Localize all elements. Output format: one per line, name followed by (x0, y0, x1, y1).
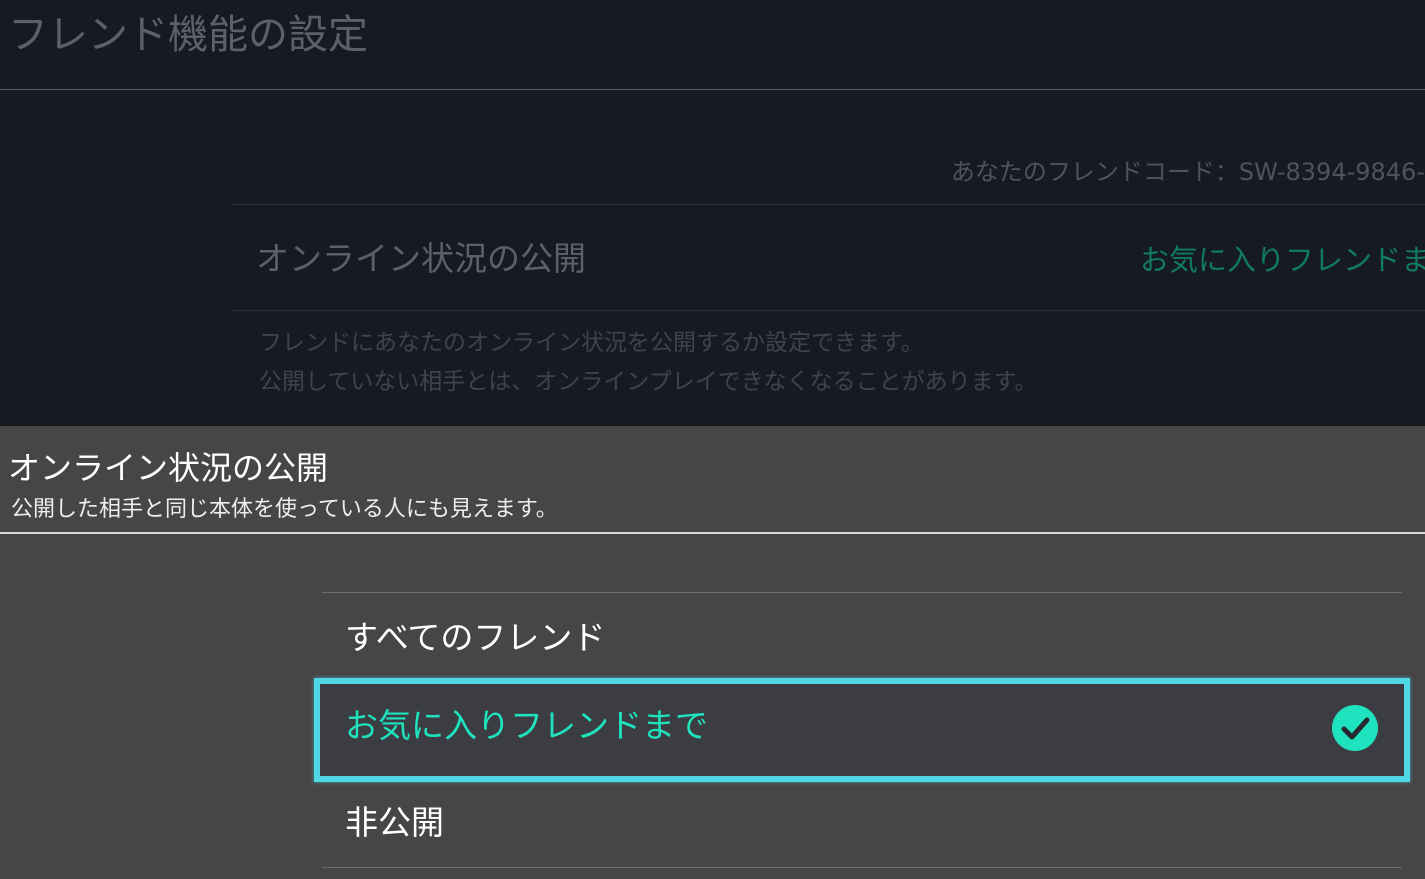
page-header: フレンド機能の設定 (0, 0, 1425, 90)
setting-description-line: 公開していない相手とは、オンラインプレイできなくなることがあります。 (259, 369, 1038, 395)
background-settings-page: フレンド機能の設定 あなたのフレンドコード：SW-8394-9846- オンライ… (0, 0, 1425, 426)
setting-description: フレンドにあなたのオンライン状況を公開するか設定できます。 公開していない相手と… (259, 324, 1037, 402)
option-label: 非公開 (345, 803, 444, 842)
popup-title: オンライン状況の公開 (8, 449, 329, 487)
option-label: お気に入りフレンドまで (345, 706, 708, 745)
popup-subtitle: 公開した相手と同じ本体を使っている人にも見えます。 (11, 497, 558, 522)
option-divider (322, 867, 1402, 868)
online-status-setting-value: お気に入りフレンドま (1140, 243, 1425, 277)
setting-description-line: フレンドにあなたのオンライン状況を公開するか設定できます。 (259, 330, 924, 356)
option-private[interactable]: 非公開 (322, 778, 1402, 868)
divider (232, 310, 1425, 311)
friend-code-text: あなたのフレンドコード：SW-8394-9846- (950, 158, 1425, 186)
option-label: すべてのフレンド (345, 618, 606, 657)
popup-divider (0, 532, 1425, 534)
page-title: フレンド機能の設定 (8, 12, 368, 58)
option-favorite-friends[interactable]: お気に入りフレンドまで (314, 678, 1410, 782)
online-status-popup: オンライン状況の公開 公開した相手と同じ本体を使っている人にも見えます。 すべて… (0, 426, 1425, 879)
divider (232, 204, 1425, 205)
screen: フレンド機能の設定 あなたのフレンドコード：SW-8394-9846- オンライ… (0, 0, 1425, 879)
check-icon (1332, 705, 1378, 751)
online-status-setting-label: オンライン状況の公開 (256, 239, 586, 278)
option-all-friends[interactable]: すべてのフレンド (322, 593, 1402, 683)
